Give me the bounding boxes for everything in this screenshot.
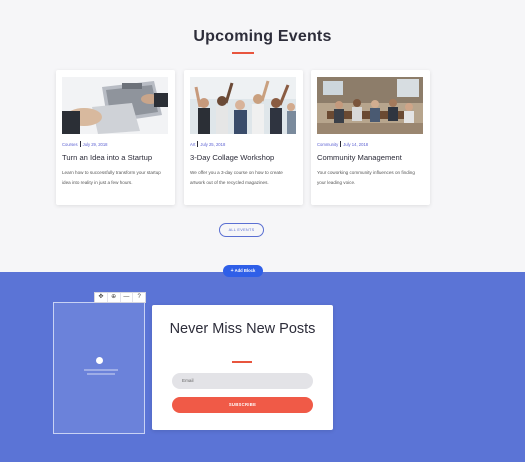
event-image-laptop[interactable] bbox=[62, 77, 168, 134]
event-title[interactable]: Community Management bbox=[317, 153, 429, 162]
event-category-link[interactable]: Courses bbox=[62, 142, 78, 147]
event-date: July 14, 2018 bbox=[343, 142, 369, 147]
event-meta: Courses July 29, 2018 bbox=[62, 141, 108, 147]
email-field[interactable]: Email bbox=[172, 373, 313, 389]
event-date: July 25, 2018 bbox=[200, 142, 226, 147]
newsletter-title: Never Miss New Posts bbox=[169, 321, 316, 337]
event-date: July 29, 2018 bbox=[82, 142, 108, 147]
event-title[interactable]: 3-Day Collage Workshop bbox=[190, 153, 302, 162]
event-image-celebration[interactable] bbox=[190, 77, 296, 134]
all-events-button[interactable]: ALL EVENTS bbox=[219, 223, 264, 237]
help-icon[interactable]: ? bbox=[133, 293, 145, 302]
events-section: Upcoming Events Courses July 29, 2018 Tur… bbox=[0, 0, 525, 272]
event-card[interactable]: Community July 14, 2018 Community Managem… bbox=[311, 70, 430, 205]
newsletter-card: Never Miss New Posts Email SUBSCRIBE bbox=[152, 305, 333, 430]
event-category-link[interactable]: Community bbox=[317, 142, 338, 147]
event-title[interactable]: Turn an Idea into a Startup bbox=[62, 153, 174, 162]
add-icon[interactable]: ⊕ bbox=[108, 293, 121, 302]
placeholder-hint bbox=[84, 369, 118, 371]
subscribe-button[interactable]: SUBSCRIBE bbox=[172, 397, 313, 413]
event-meta: Art July 25, 2018 bbox=[190, 141, 225, 147]
event-meta: Community July 14, 2018 bbox=[317, 141, 368, 147]
plus-icon: + bbox=[230, 268, 234, 274]
event-card[interactable]: Courses July 29, 2018 Turn an Idea into a… bbox=[56, 70, 175, 205]
image-placeholder-block[interactable] bbox=[53, 302, 145, 434]
event-description: We offer you a 3-day course on how to cr… bbox=[190, 170, 283, 185]
move-icon[interactable]: ✥ bbox=[95, 293, 108, 302]
remove-icon[interactable]: — bbox=[121, 293, 134, 302]
event-card[interactable]: Art July 25, 2018 3-Day Collage Workshop … bbox=[184, 70, 303, 205]
add-block-label: Add Block bbox=[234, 268, 256, 273]
add-block-button[interactable]: +Add Block bbox=[223, 265, 263, 277]
title-underline bbox=[232, 361, 252, 363]
event-category-link[interactable]: Art bbox=[190, 142, 195, 147]
event-description: Your coworking community influences on f… bbox=[317, 170, 415, 185]
title-underline bbox=[232, 52, 254, 54]
upload-icon[interactable] bbox=[96, 357, 103, 364]
events-title: Upcoming Events bbox=[193, 28, 332, 45]
placeholder-hint bbox=[87, 373, 115, 375]
event-image-meeting[interactable] bbox=[317, 77, 423, 134]
event-description: Learn how to successfully transform your… bbox=[62, 170, 161, 185]
block-toolbar: ✥ ⊕ — ? bbox=[94, 292, 146, 303]
